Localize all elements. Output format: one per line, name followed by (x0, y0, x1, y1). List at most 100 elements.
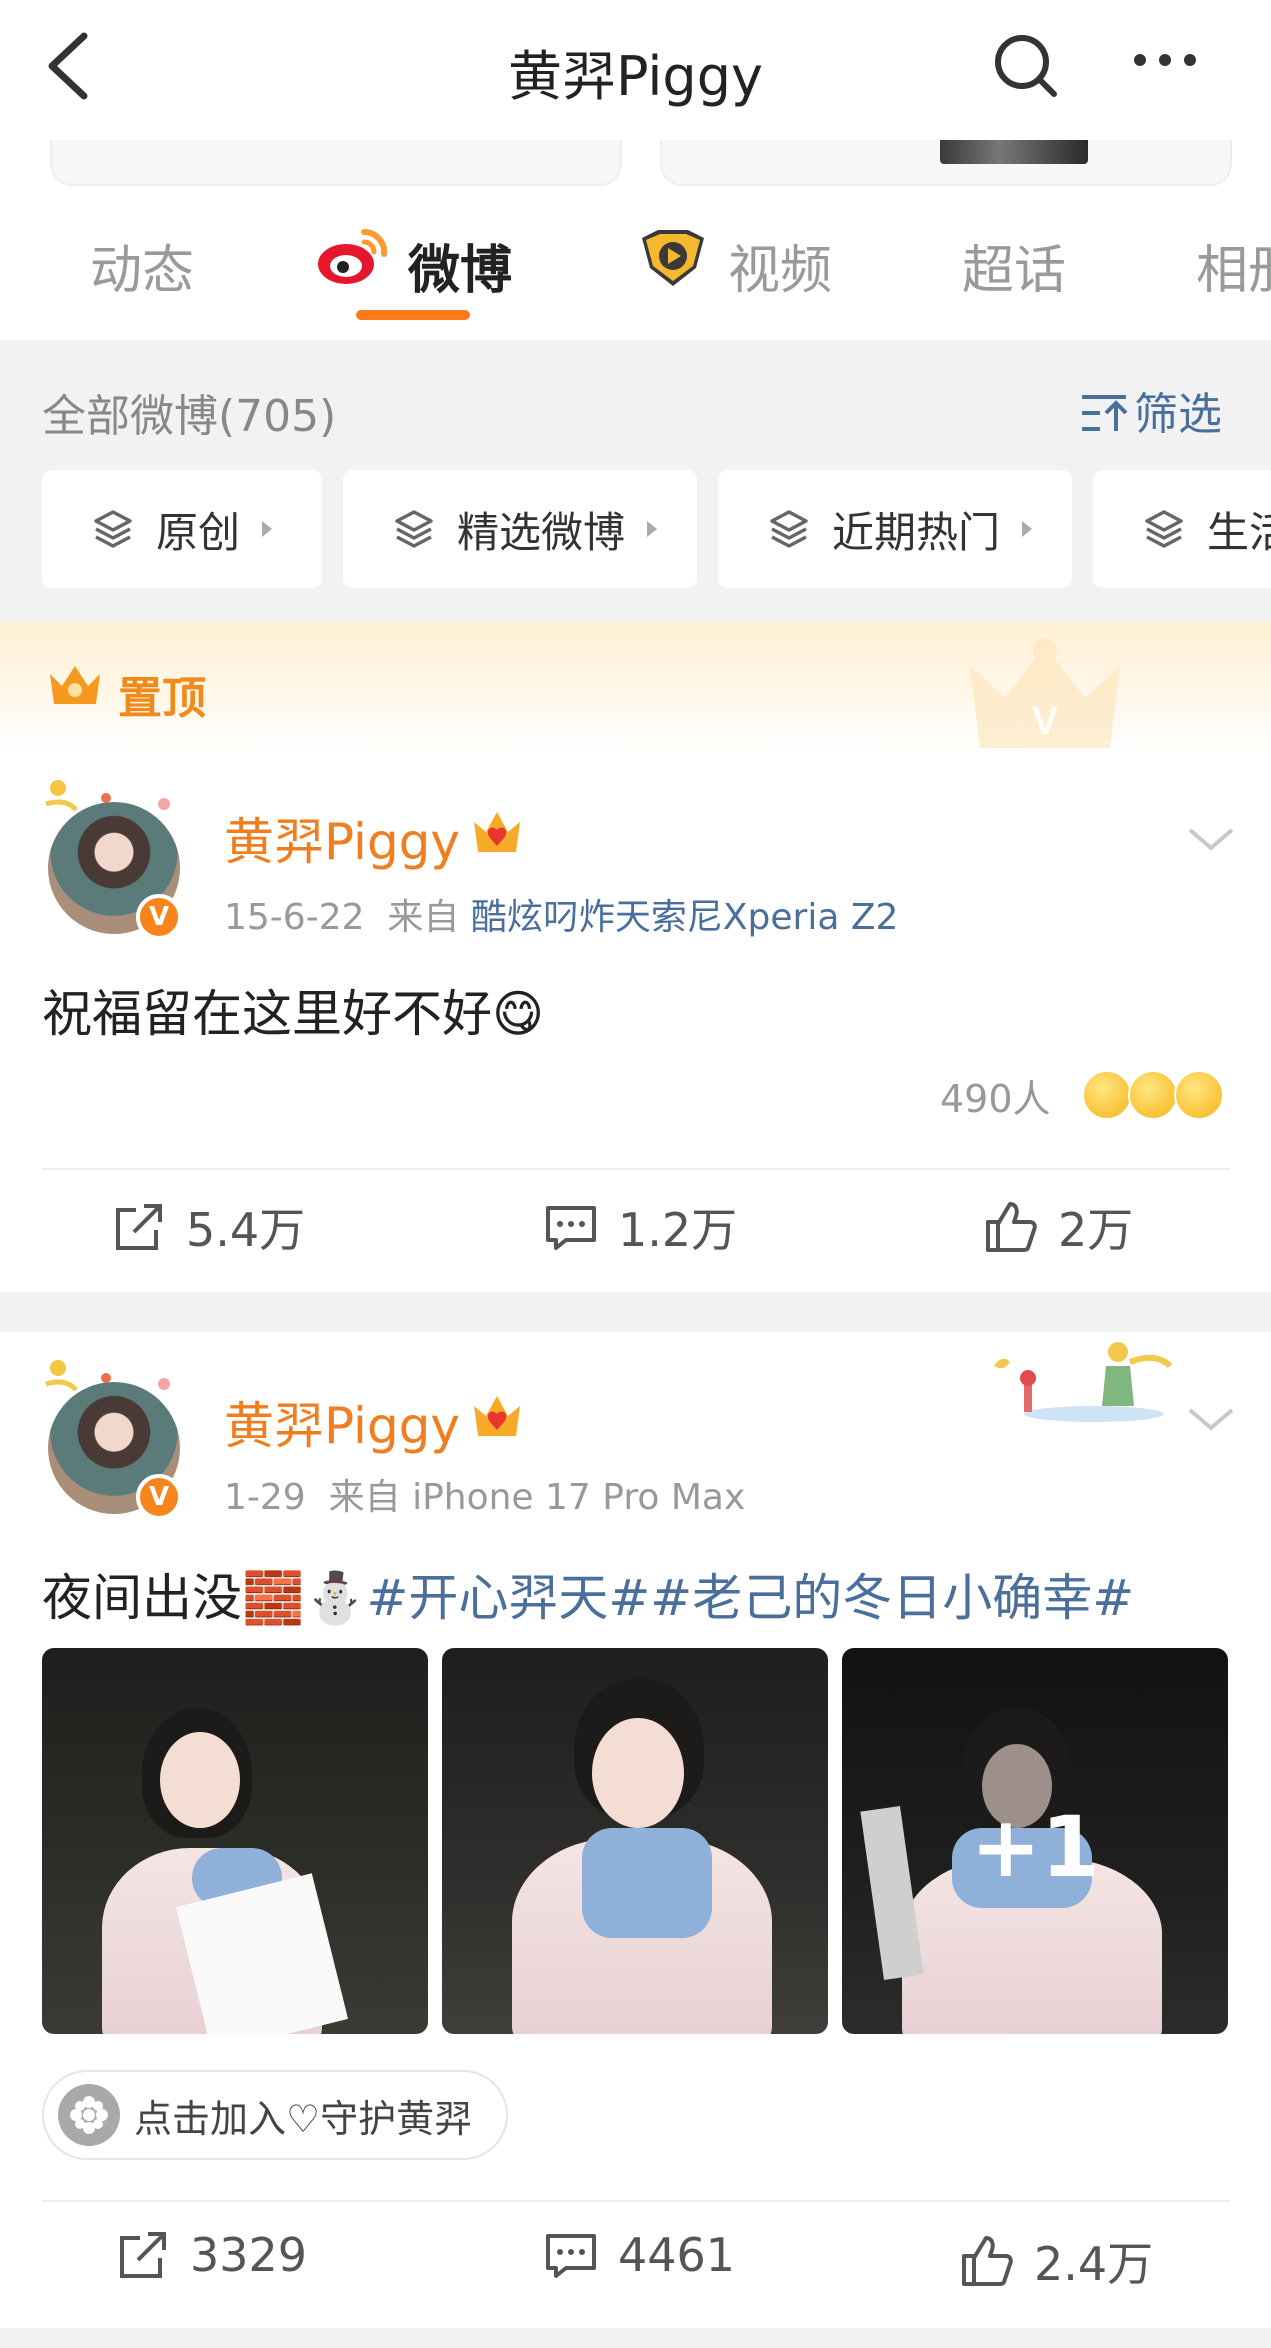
like-count: 2.4万 (1034, 2237, 1154, 2291)
share-icon (120, 2232, 166, 2278)
laugh-emoji-icon (1174, 1070, 1224, 1120)
repost-button[interactable]: 3329 (116, 2228, 307, 2282)
post-meta: 15-6-22 来自 酷炫叼炸天索尼Xperia Z2 (224, 888, 898, 940)
post-date: 1-29 (224, 1477, 306, 1518)
post-username[interactable]: 黄羿Piggy (224, 802, 460, 874)
surprised-emoji-icon (1082, 1070, 1132, 1120)
repost-count: 3329 (190, 2228, 308, 2282)
top-nav-bar: 黄羿Piggy (0, 0, 1271, 140)
hashtag-links[interactable]: #开心羿天##老己的冬日小确幸# (367, 1569, 1135, 1627)
reaction-count[interactable]: 490人 (940, 1068, 1051, 1123)
post-text: 祝福留在这里好不好😋 (42, 985, 545, 1043)
filter-chip-featured[interactable]: 精选微博 (343, 470, 697, 588)
flower-icon (58, 2084, 120, 2146)
verified-badge-icon: V (136, 894, 182, 940)
little-prince-decoration-icon (994, 1342, 1173, 1422)
post-photo-3[interactable]: +1 (842, 1648, 1228, 2034)
filter-chip-original[interactable]: 原创 (42, 470, 322, 588)
post-text: 夜间出没🧱⛄#开心羿天##老己的冬日小确幸# (42, 1558, 1134, 1630)
pinned-banner: 置顶 V (0, 622, 1271, 752)
pinned-label: 置顶 (118, 673, 206, 724)
page-title: 黄羿Piggy (508, 45, 763, 108)
divider (42, 2200, 1230, 2202)
avatar-decoration-icon (45, 780, 170, 812)
verified-badge-icon: V (136, 1474, 182, 1520)
post-date: 15-6-22 (224, 897, 365, 938)
thumbs-up-icon (986, 1202, 1037, 1252)
chevron-down-icon[interactable] (1186, 824, 1236, 854)
chip-label: 近期热门 (832, 507, 1001, 557)
comment-button[interactable]: 4461 (544, 2228, 735, 2282)
repost-button[interactable]: 5.4万 (112, 1194, 305, 1260)
more-photos-count: +1 (970, 1798, 1100, 1896)
layers-icon (1145, 510, 1183, 548)
avatar[interactable]: V (36, 1354, 186, 1520)
caret-right-icon (262, 521, 273, 537)
post-source[interactable]: 酷炫叼炸天索尼Xperia Z2 (471, 897, 899, 938)
post-count-label: 全部微博(705) (42, 391, 337, 442)
search-icon[interactable] (990, 30, 1060, 100)
caret-right-icon (647, 521, 658, 537)
avatar[interactable]: V (36, 774, 186, 940)
guard-join-chip[interactable]: 点击加入♡守护黄羿 (42, 2070, 509, 2160)
guard-chip-label: 点击加入♡守护黄羿 (134, 2096, 473, 2141)
filter-button[interactable]: 筛选 (1080, 378, 1222, 442)
like-button[interactable]: 2万 (984, 1194, 1133, 1260)
section-gap (0, 1292, 1271, 1332)
post-card[interactable]: V 黄羿Piggy 15-6-22 来自 酷炫叼炸天索尼Xperia Z2 祝福… (0, 752, 1271, 1292)
post-actions: 3329 4461 2.4万 (0, 2216, 1271, 2316)
filter-icon (1082, 395, 1128, 431)
post-photo-2[interactable] (442, 1648, 828, 2034)
video-badge-icon (642, 230, 704, 286)
section-gap (0, 2328, 1271, 2348)
post-source[interactable]: iPhone 17 Pro Max (412, 1477, 745, 1518)
post-text-plain: 夜间出没🧱⛄ (42, 1569, 367, 1627)
crown-watermark-icon: V (970, 638, 1120, 748)
profile-card-partial[interactable] (50, 140, 622, 186)
kiss-emoji-icon (1128, 1070, 1178, 1120)
layers-icon (395, 510, 433, 548)
comment-count: 4461 (618, 2228, 736, 2282)
comment-button[interactable]: 1.2万 (544, 1194, 737, 1260)
filter-button-label: 筛选 (1134, 389, 1222, 440)
comment-count: 1.2万 (618, 1203, 738, 1257)
thumbs-up-icon (962, 2236, 1013, 2286)
caret-right-icon (1022, 521, 1033, 537)
vip-crown-icon (474, 1396, 520, 1436)
filter-chip-recent-hot[interactable]: 近期热门 (718, 470, 1072, 588)
vip-crown-icon (474, 812, 520, 852)
filter-section: 全部微博(705) 筛选 原创 精选微博 近期热门 生活 (0, 340, 1271, 622)
tab-video[interactable]: 视频 (728, 228, 832, 303)
active-tab-indicator (356, 310, 470, 320)
filter-chip-life[interactable]: 生活 (1093, 470, 1271, 588)
tab-dynamic[interactable]: 动态 (90, 228, 194, 303)
chip-label: 精选微博 (457, 507, 626, 557)
post-actions: 5.4万 1.2万 2万 (0, 1184, 1271, 1284)
profile-tabs: 动态 微博 视频 超话 相册 (0, 200, 1271, 340)
source-prefix: 来自 (387, 897, 460, 938)
comment-icon (546, 2234, 596, 2278)
layers-icon (770, 510, 808, 548)
svg-text:V: V (1032, 699, 1059, 743)
divider (42, 1168, 1230, 1170)
thumbnail-image (940, 140, 1088, 164)
post-photo-1[interactable] (42, 1648, 428, 2034)
weibo-logo-icon (318, 228, 388, 284)
more-horizontal-icon[interactable] (1130, 40, 1200, 80)
like-button[interactable]: 2.4万 (960, 2228, 1153, 2294)
chip-label: 生活 (1207, 507, 1271, 557)
profile-card-partial[interactable] (660, 140, 1232, 186)
tab-super-topic[interactable]: 超话 (962, 228, 1066, 303)
like-count: 2万 (1058, 1203, 1134, 1257)
chevron-down-icon[interactable] (1186, 1404, 1236, 1434)
share-icon (116, 1204, 162, 1250)
avatar-decoration-icon (45, 1360, 170, 1392)
crown-icon (50, 666, 100, 704)
post-username[interactable]: 黄羿Piggy (224, 1386, 460, 1458)
tab-weibo[interactable]: 微博 (408, 228, 512, 303)
chip-label: 原创 (156, 507, 241, 557)
comment-icon (546, 1206, 596, 1250)
tab-album[interactable]: 相册 (1196, 228, 1271, 303)
source-prefix: 来自 (328, 1477, 401, 1518)
repost-count: 5.4万 (186, 1203, 306, 1257)
